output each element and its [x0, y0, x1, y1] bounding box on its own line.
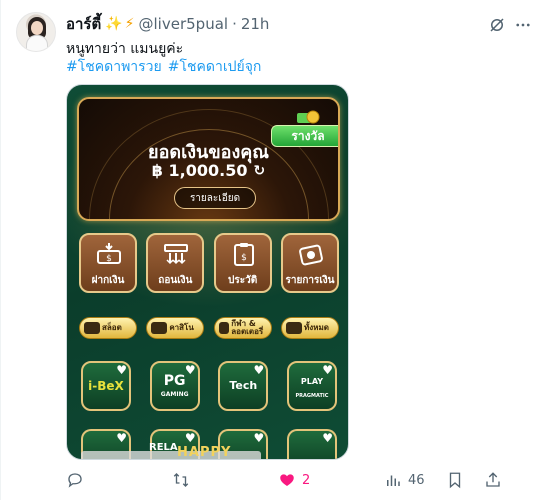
refresh-icon: ↻ [253, 162, 266, 179]
grok-icon[interactable] [488, 16, 506, 34]
game-provider-grid: ♥ i-BeX ♥ PG GAMING ♥ Tech ♥ PLAY PRAGMA… [81, 361, 337, 411]
category-casino: คาสิโน [146, 317, 205, 339]
favorite-heart-icon: ♥ [253, 363, 265, 377]
category-label: กีฬา & ลอตเตอรี่ [231, 319, 264, 336]
wallet-menu: $ ฝากเงิน ถอนเงิน $ ประวัติ รายการเงิน [79, 233, 339, 293]
game-tile: ♥ i-BeX [81, 361, 131, 411]
timeline-divider [0, 0, 1, 500]
category-label: คาสิโน [169, 323, 194, 332]
reply-button[interactable] [66, 471, 90, 489]
bookmark-button[interactable] [446, 471, 464, 489]
balance-amount: ฿ 1,000.50 ↻ [79, 161, 338, 180]
game-logo: i-BeX [88, 379, 124, 393]
category-label: ทั้งหมด [303, 323, 329, 332]
more-options-icon[interactable] [514, 16, 532, 34]
hashtag-list: #โชคดาพารวย #โชคดาเปย์จุก [66, 56, 261, 78]
category-sports-lottery: กีฬา & ลอตเตอรี่ [213, 317, 272, 339]
favorite-heart-icon: ♥ [116, 431, 127, 445]
hashtag-link[interactable]: #โชคดาเปย์จุก [168, 56, 262, 78]
game-tile: ♥ [286, 429, 337, 459]
balance-value: ฿ 1,000.50 [151, 161, 248, 180]
transactions-icon [299, 244, 323, 266]
like-count: 2 [302, 472, 311, 488]
deposit-label: ฝากเงิน [91, 275, 125, 286]
deposit-icon: $ [97, 243, 121, 264]
retweet-icon [173, 473, 189, 487]
hashtag-link[interactable]: #โชคดาพารวย [66, 56, 162, 78]
game-logo-sub: GAMING [160, 391, 189, 398]
tweet-actions: 2 46 [66, 470, 506, 490]
history-tile: $ ประวัติ [213, 233, 272, 293]
game-logo: PLAY [300, 377, 324, 386]
game-logo-sub: PRAGMATIC [295, 393, 329, 399]
deposit-tile: $ ฝากเงิน [79, 233, 137, 293]
separator-dot: · [232, 15, 237, 33]
svg-text:$: $ [106, 254, 112, 264]
retweet-button[interactable] [172, 471, 196, 489]
reply-icon [68, 473, 82, 488]
history-icon: $ [233, 243, 254, 266]
author-handle[interactable]: @liver5pual [139, 15, 229, 33]
favorite-heart-icon: ♥ [184, 431, 196, 445]
views-button[interactable]: 46 [384, 471, 425, 489]
game-tile: ♥ PLAY PRAGMATIC [286, 361, 337, 411]
withdraw-label: ถอนเงิน [158, 275, 193, 286]
tweet-time[interactable]: 21h [241, 15, 270, 33]
views-count: 46 [408, 472, 425, 488]
tweet-media-image[interactable]: ยอดเงินของคุณ ฿ 1,000.50 ↻ รายละเอียด รา… [66, 84, 349, 460]
relax-logo-text: RELA [149, 442, 178, 453]
details-button: รายละเอียด [174, 187, 256, 209]
history-label: ประวัติ [228, 275, 258, 286]
casino-chip-icon [151, 322, 168, 334]
game-tile: ♥ PG GAMING [149, 361, 200, 411]
all-games-icon [285, 322, 302, 334]
favorite-heart-icon: ♥ [253, 431, 265, 445]
category-all: ทั้งหมด [280, 317, 339, 339]
favorite-heart-icon: ♥ [322, 363, 333, 377]
share-icon [486, 472, 500, 487]
like-button[interactable]: 2 [278, 471, 310, 489]
avatar-face [31, 21, 43, 35]
withdraw-icon [164, 244, 189, 265]
game-tile: ♥ Tech [218, 361, 269, 411]
category-label: สล็อต [102, 323, 122, 332]
withdraw-tile: ถอนเงิน [146, 233, 205, 293]
reward-badge: รางวัล [271, 125, 338, 147]
slot-machine-icon [84, 322, 100, 334]
game-logo: PG [163, 373, 186, 389]
favorite-heart-icon: ♥ [322, 431, 333, 445]
category-tabs: สล็อต คาสิโน กีฬา & ลอตเตอรี่ ทั้งหมด [79, 317, 339, 339]
bookmark-icon [449, 472, 461, 489]
sports-icon [218, 322, 230, 334]
sparkle-emoji: ✨ [105, 16, 123, 32]
author-name[interactable]: อาร์ตี้ [66, 12, 101, 36]
lightning-emoji: ⚡ [124, 16, 135, 32]
views-chart-icon [387, 475, 400, 486]
share-button[interactable] [484, 471, 502, 489]
avatar[interactable] [16, 12, 56, 52]
transactions-tile: รายการเงิน [280, 233, 339, 293]
favorite-heart-icon: ♥ [116, 363, 127, 377]
promo-banner-text: HAPPY [177, 445, 232, 460]
balance-card: ยอดเงินของคุณ ฿ 1,000.50 ↻ รายละเอียด รา… [77, 97, 340, 221]
tweet-header: อาร์ตี้ ✨ ⚡ @liver5pual · 21h [66, 14, 528, 34]
transactions-label: รายการเงิน [285, 275, 335, 286]
avatar-dress [26, 35, 48, 51]
category-slots: สล็อต [79, 317, 137, 339]
svg-text:$: $ [241, 253, 247, 263]
heart-icon [280, 474, 294, 486]
game-logo: Tech [229, 379, 258, 392]
